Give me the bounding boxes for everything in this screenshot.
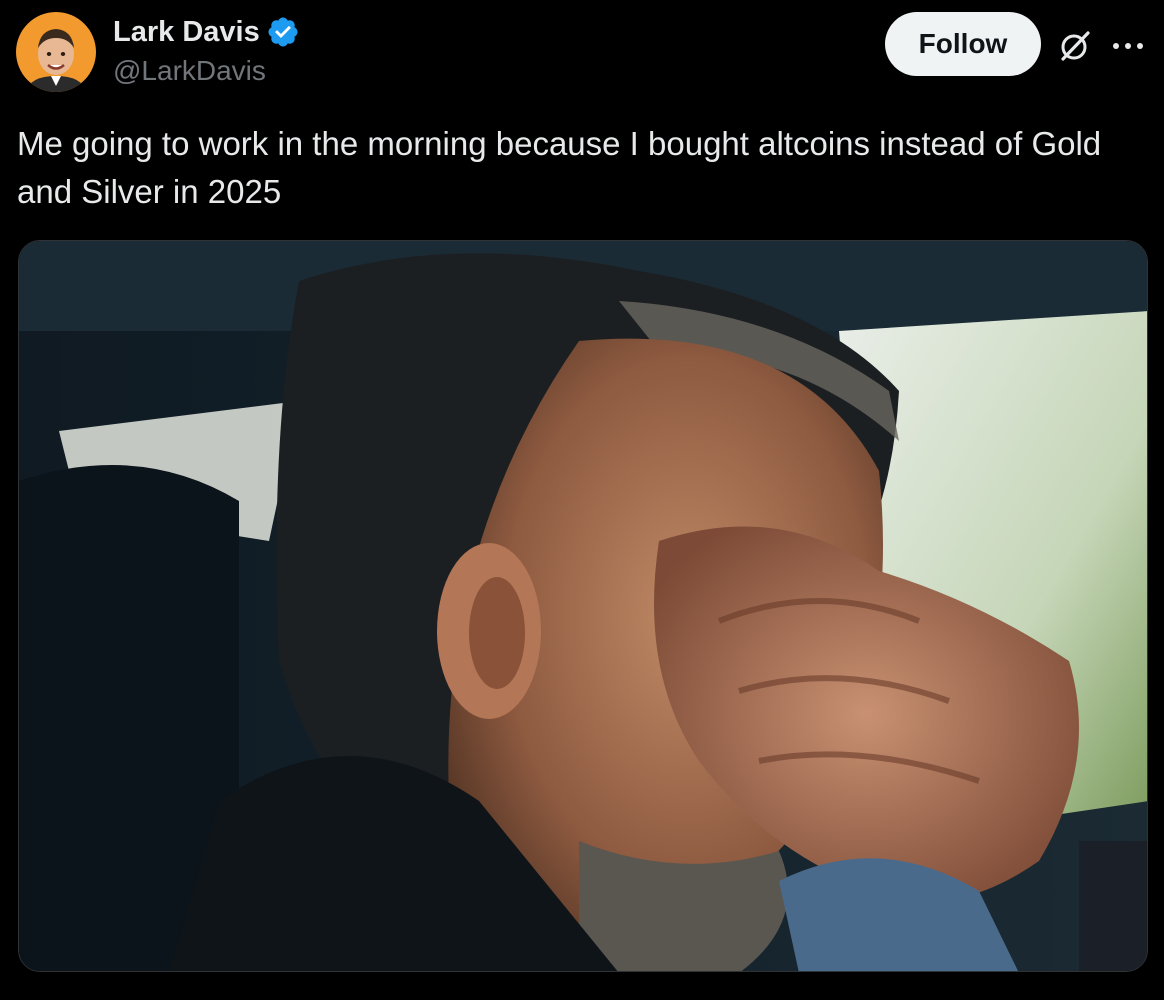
author-handle[interactable]: @LarkDavis	[113, 54, 266, 88]
author-display-name[interactable]: Lark Davis	[113, 14, 260, 50]
grok-icon[interactable]	[1055, 26, 1095, 66]
author-name-row: Lark Davis	[113, 14, 300, 50]
media-image	[19, 241, 1147, 971]
follow-button[interactable]: Follow	[885, 12, 1041, 76]
avatar-image	[16, 12, 96, 92]
tweet-text: Me going to work in the morning because …	[17, 125, 1102, 210]
tweet-card: Lark Davis @LarkDavis Follow Me going to…	[0, 0, 1164, 1000]
verified-badge-icon	[266, 15, 300, 49]
author-avatar[interactable]	[16, 12, 96, 92]
tweet-media[interactable]	[18, 240, 1148, 972]
more-dots-icon[interactable]	[1110, 30, 1146, 62]
